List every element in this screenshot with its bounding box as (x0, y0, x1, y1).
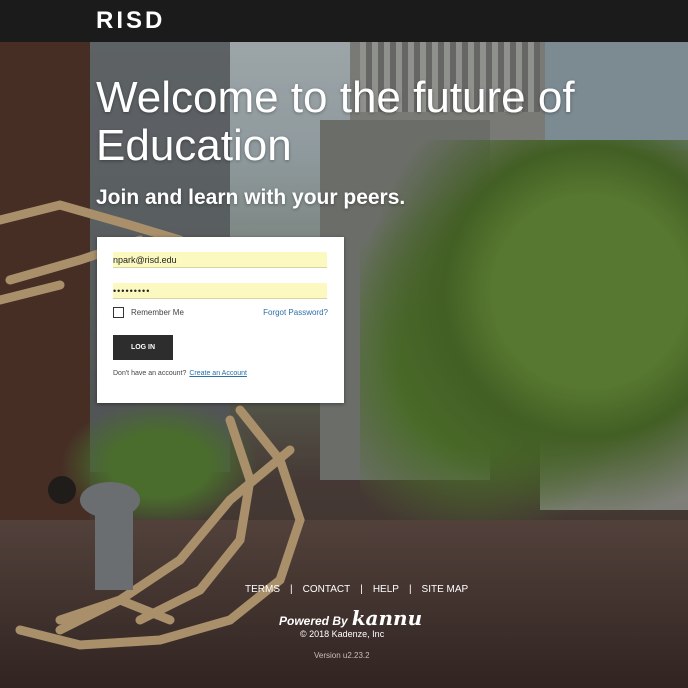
footer-separator: | (360, 584, 363, 595)
email-field[interactable] (113, 252, 327, 268)
signup-prompt-text: Don't have an account? (113, 370, 187, 377)
forgot-password-link[interactable]: Forgot Password? (263, 308, 328, 317)
kannu-logo[interactable]: kannu (352, 606, 422, 630)
site-map-link[interactable]: SITE MAP (422, 584, 469, 595)
hero-headline: Welcome to the future of Education (96, 73, 575, 170)
footer-separator: | (408, 584, 412, 595)
login-card: Remember Me Forgot Password? LOG IN Don'… (97, 237, 344, 403)
hero-subheadline: Join and learn with your peers. (96, 186, 406, 209)
terms-link[interactable]: TERMS (245, 584, 280, 595)
remember-label: Remember Me (131, 308, 184, 317)
version-label: Version u2.23.2 (314, 651, 370, 660)
contact-link[interactable]: CONTACT (303, 584, 351, 595)
signup-prompt: Don't have an account? Create an Account (113, 370, 247, 377)
footer-links: TERMS | CONTACT | HELP | SITE MAP (243, 584, 470, 595)
top-bar: RISD (0, 0, 688, 42)
footer-separator: | (290, 584, 293, 595)
remember-checkbox[interactable] (113, 307, 124, 318)
password-field[interactable] (113, 283, 327, 299)
risd-logo[interactable]: RISD (96, 7, 165, 35)
login-button[interactable]: LOG IN (113, 335, 173, 360)
remember-me[interactable]: Remember Me (113, 307, 184, 318)
create-account-link[interactable]: Create an Account (189, 370, 247, 377)
help-link[interactable]: HELP (373, 584, 399, 595)
powered-by-text: Powered By (279, 614, 348, 628)
copyright: © 2018 Kadenze, Inc (300, 629, 385, 639)
powered-by: Powered By kannu (279, 606, 422, 630)
